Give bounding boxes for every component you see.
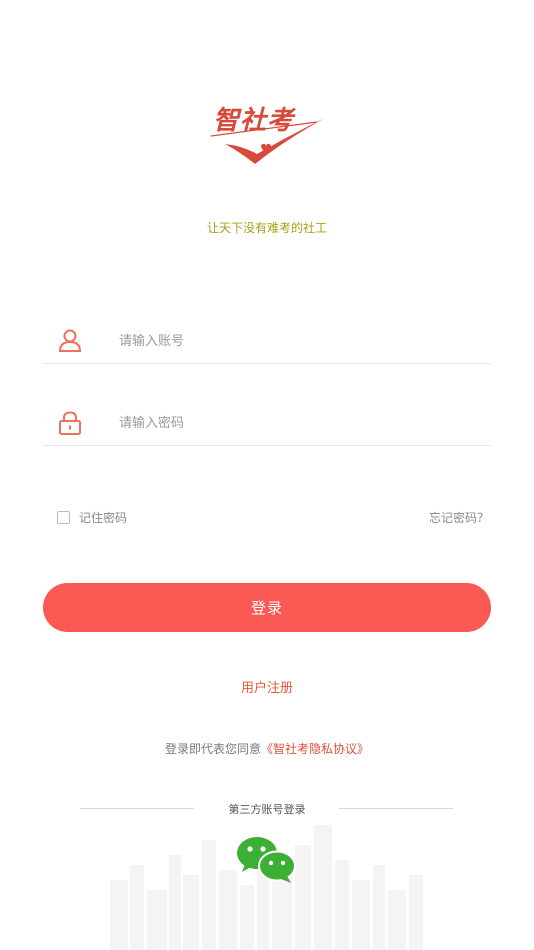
- logo-check-icon: [210, 118, 325, 164]
- forgot-password-link[interactable]: 忘记密码？: [429, 509, 489, 526]
- privacy-policy-link[interactable]: 《智社考隐私协议》: [261, 742, 369, 756]
- app-logo: 智社考: [205, 100, 330, 175]
- slogan: 让天下没有难考的社工: [206, 221, 327, 235]
- divider-line-right: [339, 808, 453, 809]
- register-link[interactable]: 用户注册: [0, 677, 534, 696]
- remember-password-toggle[interactable]: 记住密码: [57, 509, 127, 526]
- username-input[interactable]: [119, 326, 479, 356]
- third-party-title: 第三方账号登录: [228, 803, 306, 816]
- agreement-prefix: 登录即代表您同意: [164, 742, 261, 756]
- username-field: [43, 320, 491, 364]
- password-input[interactable]: [119, 408, 479, 438]
- remember-label: 记住密码: [79, 511, 128, 525]
- remember-checkbox[interactable]: [57, 511, 70, 524]
- lock-icon: [57, 410, 83, 436]
- third-party-login-divider: 第三方账号登录: [0, 801, 534, 817]
- login-button[interactable]: 登录: [43, 583, 491, 632]
- wechat-icon[interactable]: [236, 836, 298, 884]
- user-icon: [57, 328, 83, 354]
- password-field: [43, 402, 491, 446]
- agreement-text: 登录即代表您同意《智社考隐私协议》: [0, 740, 534, 757]
